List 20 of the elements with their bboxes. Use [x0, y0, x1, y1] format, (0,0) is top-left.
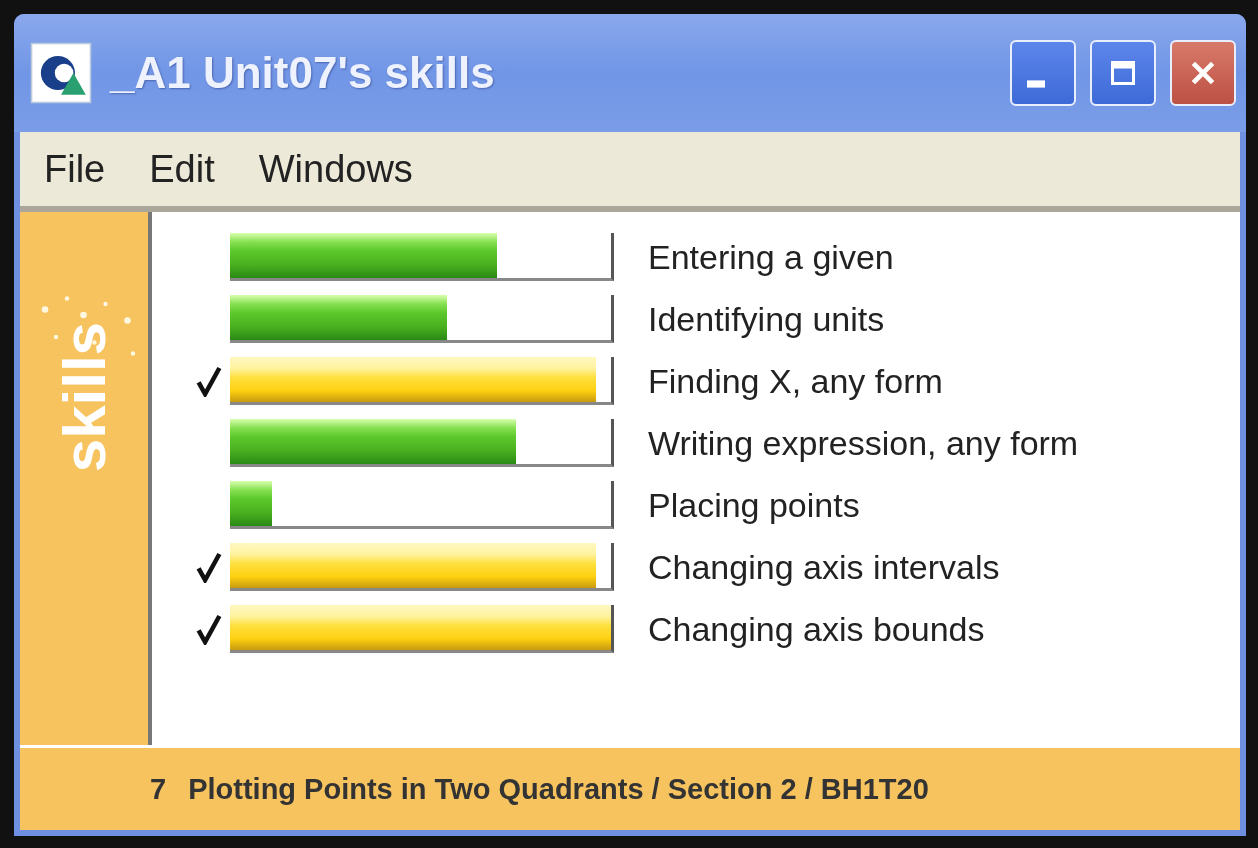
skill-label: Entering a given [648, 237, 894, 277]
close-button[interactable] [1170, 40, 1236, 106]
skill-label: Changing axis bounds [648, 609, 985, 649]
menu-item[interactable]: File [44, 147, 106, 191]
minimize-icon [1027, 80, 1045, 88]
maximize-icon [1108, 58, 1138, 88]
window-title: _A1 Unit07's skills [110, 48, 496, 98]
unit-number: 7 [150, 772, 167, 806]
menu-item[interactable]: Edit [149, 147, 215, 191]
sidebar-label: skills [49, 322, 119, 473]
skill-label: Finding X, any form [648, 361, 943, 401]
status-text: Plotting Points in Two Quadrants / Section 2 / BH1T20 [188, 772, 929, 806]
app-icon [30, 42, 92, 104]
skill-label: Changing axis intervals [648, 547, 1000, 587]
skill-label: Writing expression, any form [648, 423, 1079, 463]
skill-label: Placing points [648, 485, 860, 525]
minimize-button[interactable] [1010, 40, 1076, 106]
maximize-button[interactable] [1090, 40, 1156, 106]
skill-label: Identifying units [648, 299, 885, 339]
menu-item[interactable]: Windows [258, 147, 413, 191]
